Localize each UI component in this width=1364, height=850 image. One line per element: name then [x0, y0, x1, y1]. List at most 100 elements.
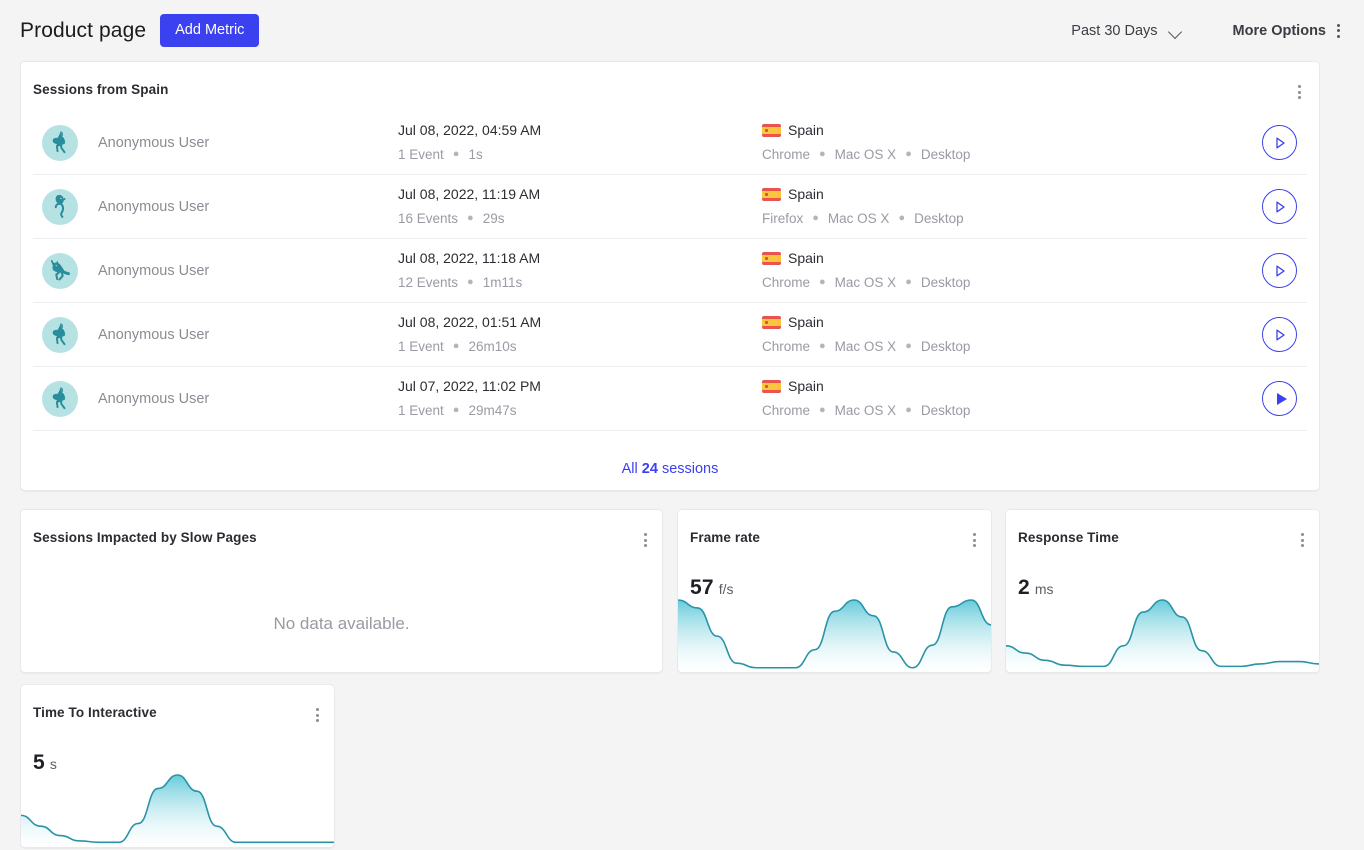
date-range-label: Past 30 Days: [1071, 22, 1158, 39]
metric-card-frame-rate: Frame rate 57 f/s: [677, 509, 992, 673]
kebab-menu-icon[interactable]: [1297, 530, 1308, 550]
sparkline-chart: [21, 769, 334, 847]
play-session-button[interactable]: [1262, 253, 1297, 288]
metric-card-sessions-impacted: Sessions Impacted by Slow Pages No data …: [20, 509, 663, 673]
session-geo-column: Spain Chrome ● Mac OS X ● Desktop: [762, 123, 1262, 162]
flag-spain-icon: [762, 252, 781, 265]
avatar: [42, 188, 78, 225]
table-row[interactable]: Anonymous User Jul 08, 2022, 01:51 AM 1 Ev…: [33, 303, 1307, 367]
country-label: Spain: [788, 122, 824, 139]
play-triangle-icon: [1275, 137, 1285, 148]
session-client-info: Chrome ● Mac OS X ● Desktop: [762, 338, 971, 354]
session-geo-column: Spain Chrome ● Mac OS X ● Desktop: [762, 251, 1262, 290]
session-timestamp: Jul 08, 2022, 11:18 AM: [398, 250, 541, 267]
separator-dot: ●: [898, 211, 906, 224]
sparkline-area: [21, 775, 334, 847]
metric-card-title: Sessions Impacted by Slow Pages: [33, 530, 257, 545]
table-row[interactable]: Anonymous User Jul 08, 2022, 11:18 AM 12 E…: [33, 239, 1307, 303]
session-events-duration: 1 Event ● 1s: [398, 146, 483, 162]
metric-value-row: 57 f/s: [678, 550, 991, 600]
separator-dot: ●: [819, 403, 826, 416]
separator-dot: ●: [905, 275, 912, 288]
session-timestamp: Jul 07, 2022, 11:02 PM: [398, 378, 541, 395]
avatar: [42, 124, 78, 161]
play-triangle-icon: [1275, 265, 1285, 276]
play-session-button[interactable]: [1262, 317, 1297, 352]
play-triangle-icon: [1275, 201, 1285, 212]
session-events-duration: 16 Events ● 29s: [398, 210, 505, 226]
play-session-button[interactable]: [1262, 381, 1297, 416]
separator-dot: ●: [905, 339, 912, 352]
add-metric-button[interactable]: Add Metric: [160, 13, 260, 48]
chevron-down-icon: [1170, 27, 1183, 35]
session-country: Spain: [762, 379, 1262, 394]
metric-value-row: 5s: [21, 725, 334, 775]
play-triangle-icon: [1276, 392, 1287, 405]
play-session-button[interactable]: [1262, 125, 1297, 160]
session-time-column: Jul 08, 2022, 01:51 AM 1 Event ● 26m10s: [398, 315, 762, 354]
session-country: Spain: [762, 187, 1262, 202]
kebab-menu-icon[interactable]: [640, 530, 651, 550]
session-client-info: Firefox ● Mac OS X ● Desktop: [762, 210, 964, 226]
country-label: Spain: [788, 314, 824, 331]
date-range-selector[interactable]: Past 30 Days: [1071, 23, 1182, 39]
session-geo-column: Spain Chrome ● Mac OS X ● Desktop: [762, 379, 1262, 418]
session-country: Spain: [762, 251, 1262, 266]
session-events-duration: 12 Events ● 1m11s: [398, 274, 523, 290]
kebab-menu-icon[interactable]: [312, 705, 323, 725]
user-name: Anonymous User: [98, 262, 210, 279]
sparkline-chart: [1006, 594, 1319, 672]
country-label: Spain: [788, 378, 824, 395]
sessions-card: Sessions from Spain Anonymous User Jul 08…: [20, 61, 1320, 491]
metric-card-title: Response Time: [1018, 530, 1119, 545]
table-row[interactable]: Anonymous User Jul 08, 2022, 11:19 AM 16 E…: [33, 175, 1307, 239]
kebab-menu-icon[interactable]: [969, 530, 980, 550]
metric-card-header: Sessions Impacted by Slow Pages: [21, 510, 662, 550]
all-sessions-link[interactable]: All 24 sessions: [21, 461, 1319, 477]
more-options-button[interactable]: More Options: [1233, 21, 1344, 41]
user-name: Anonymous User: [98, 198, 210, 215]
avatar: [42, 380, 78, 417]
all-sessions-prefix: All: [621, 461, 642, 477]
play-session-button[interactable]: [1262, 189, 1297, 224]
metric-card-header: Frame rate: [678, 510, 991, 550]
session-client-info: Chrome ● Mac OS X ● Desktop: [762, 274, 971, 290]
session-events-duration: 1 Event ● 26m10s: [398, 338, 517, 354]
metric-value-row: 2 ms: [1006, 550, 1319, 600]
page-title: Product page: [20, 18, 147, 42]
separator-dot: ●: [819, 339, 826, 352]
country-label: Spain: [788, 186, 824, 203]
separator-dot: ●: [452, 147, 460, 160]
session-geo-column: Spain Firefox ● Mac OS X ● Desktop: [762, 187, 1262, 226]
kebab-menu-icon[interactable]: [1294, 82, 1305, 102]
session-time-column: Jul 08, 2022, 11:18 AM 12 Events ● 1m11s: [398, 251, 762, 290]
avatar: [42, 316, 78, 353]
kebab-menu-icon[interactable]: [1333, 21, 1344, 41]
table-row[interactable]: Anonymous User Jul 07, 2022, 11:02 PM 1 Ev…: [33, 367, 1307, 431]
session-client-info: Chrome ● Mac OS X ● Desktop: [762, 402, 971, 418]
session-timestamp: Jul 08, 2022, 11:19 AM: [398, 186, 541, 203]
separator-dot: ●: [812, 211, 819, 224]
sparkline-chart: [678, 594, 991, 672]
metric-card-header: Time To Interactive: [21, 685, 334, 725]
session-country: Spain: [762, 123, 1262, 138]
user-name: Anonymous User: [98, 134, 210, 151]
sessions-list: Anonymous User Jul 08, 2022, 04:59 AM 1 Ev…: [21, 111, 1319, 431]
all-sessions-count: 24: [641, 461, 658, 477]
more-options-label: More Options: [1232, 22, 1326, 39]
top-bar: Product page Add Metric Past 30 Days Mor…: [0, 0, 1364, 61]
flag-spain-icon: [762, 316, 781, 329]
separator-dot: ●: [905, 403, 912, 416]
session-time-column: Jul 07, 2022, 11:02 PM 1 Event ● 29m47s: [398, 379, 762, 418]
table-row[interactable]: Anonymous User Jul 08, 2022, 04:59 AM 1 Ev…: [33, 111, 1307, 175]
metric-card-time-to-interactive: Time To Interactive 5s: [20, 684, 335, 848]
country-label: Spain: [788, 250, 824, 267]
all-sessions-suffix: sessions: [657, 461, 719, 477]
separator-dot: ●: [467, 211, 474, 224]
metric-card-title: Frame rate: [690, 530, 761, 545]
session-country: Spain: [762, 315, 1262, 330]
session-time-column: Jul 08, 2022, 04:59 AM 1 Event ● 1s: [398, 123, 762, 162]
flag-spain-icon: [762, 124, 781, 137]
separator-dot: ●: [819, 147, 826, 160]
sessions-card-header: Sessions from Spain: [21, 62, 1319, 102]
